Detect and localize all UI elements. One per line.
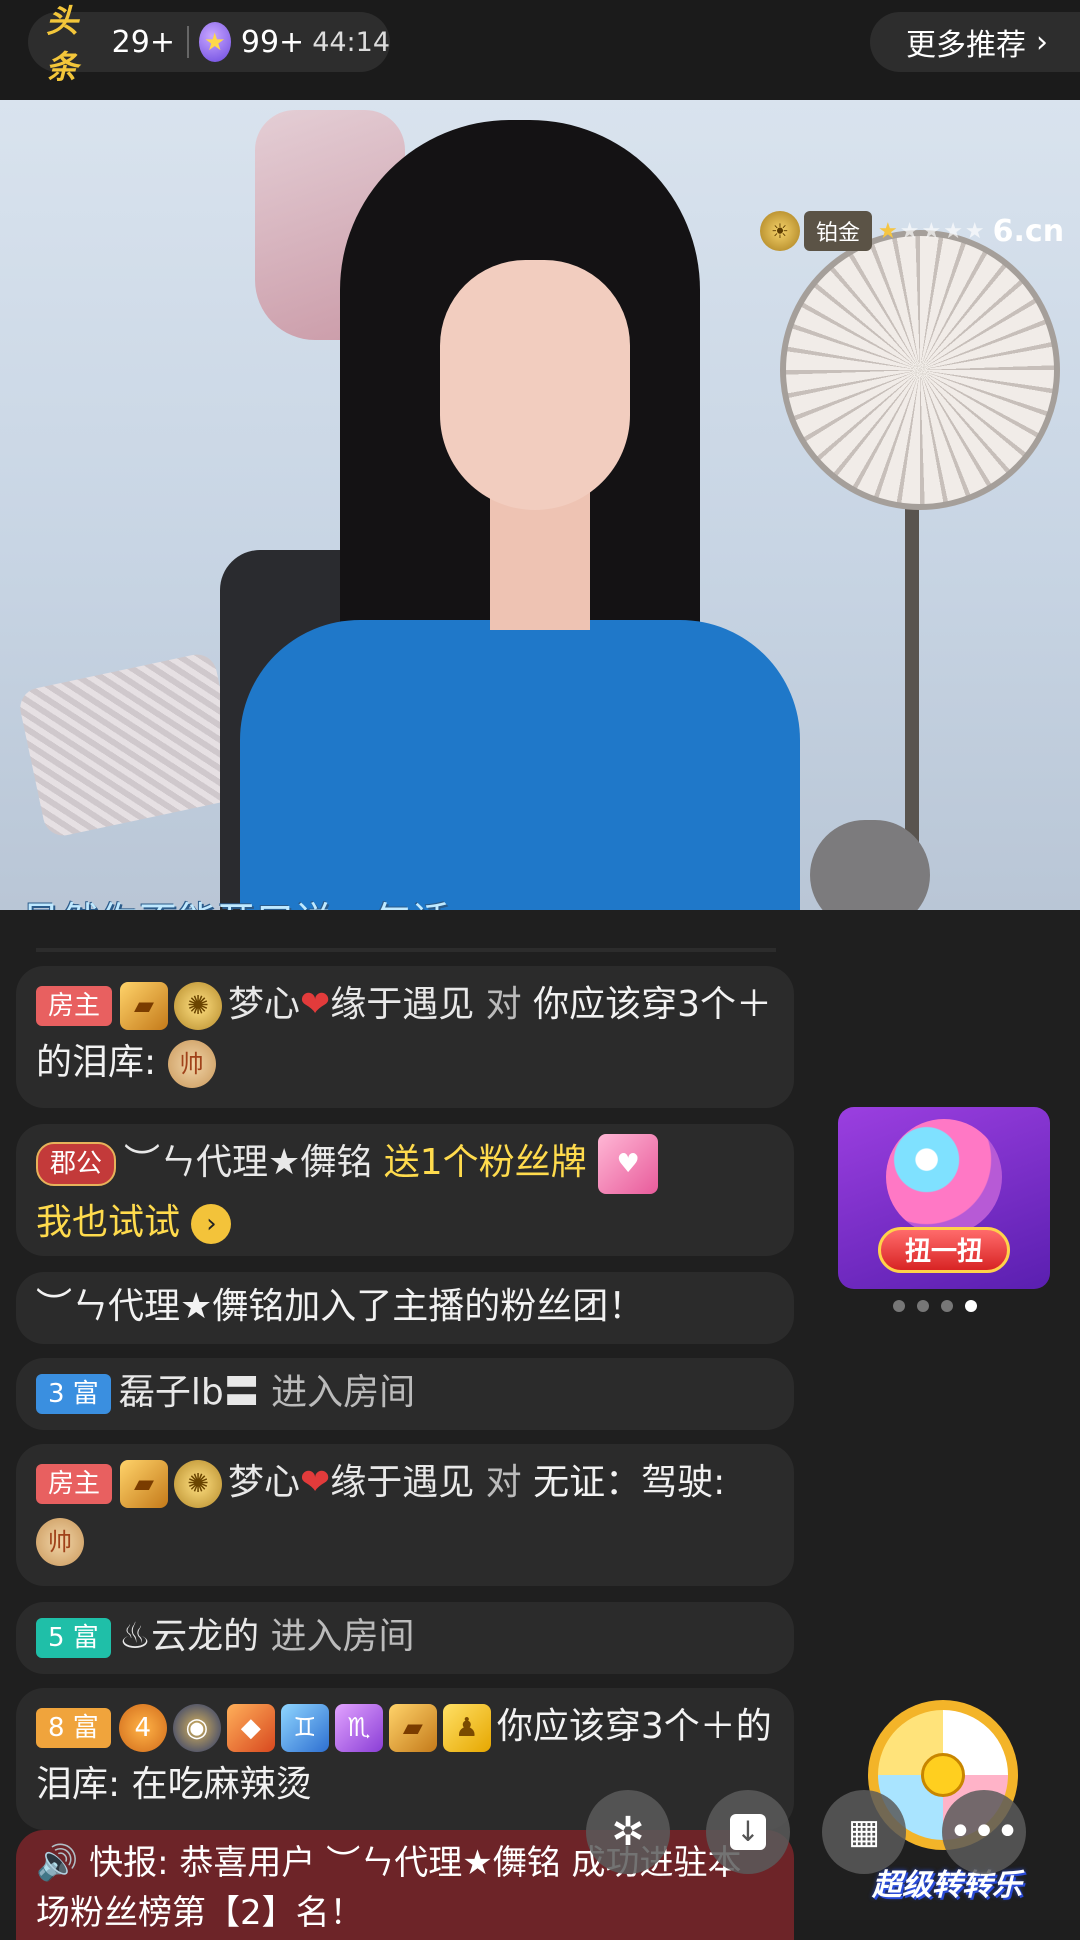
gift-action: 送1个粉丝牌 bbox=[383, 1142, 587, 1183]
arrow-right-icon[interactable]: › bbox=[191, 1204, 232, 1244]
divider bbox=[186, 26, 189, 58]
level-4-icon: 4 bbox=[118, 1704, 167, 1752]
download-button[interactable]: ↓ bbox=[706, 1790, 790, 1874]
sparkle-icon: ✲ bbox=[611, 1809, 645, 1855]
wheel-center bbox=[921, 1753, 965, 1797]
chat-message[interactable]: 3 富磊子lb〓 进入房间 bbox=[16, 1358, 794, 1430]
guard-badge-icon: ◉ bbox=[172, 1704, 221, 1752]
gold-bar-icon: ▰ bbox=[120, 982, 169, 1030]
gacha-promo-card[interactable]: 扭一扭 bbox=[838, 1107, 1050, 1289]
message-text: 无证：驾驶: bbox=[533, 1462, 726, 1503]
badge-label: 铂金 bbox=[804, 211, 873, 251]
carousel-dot[interactable] bbox=[941, 1300, 953, 1312]
medal-icon: ✺ bbox=[174, 1460, 223, 1508]
host-tag: 房主 bbox=[36, 1464, 113, 1504]
connector-text: 对 bbox=[485, 1462, 522, 1503]
wealth-level-tag: 8 富 bbox=[36, 1708, 111, 1748]
more-icon: ••• bbox=[948, 1809, 1020, 1855]
lyrics-subtitle: 虽然你不能开口说一句话 bbox=[22, 890, 451, 910]
try-it-link[interactable]: 我也试试 bbox=[36, 1202, 180, 1243]
chat-message[interactable]: 房主 ▰ ✺ 梦心❤缘于遇见 对 你应该穿3个＋的泪库: 帅 bbox=[16, 966, 794, 1108]
username[interactable]: 磊子lb〓 bbox=[119, 1372, 260, 1413]
username[interactable]: ♨云龙的 bbox=[119, 1616, 259, 1657]
room-stats-pill[interactable]: 头条 29+ ★ 99+ 44:14 bbox=[28, 2, 390, 86]
wealth-level-tag: 5 富 bbox=[36, 1618, 111, 1658]
chat-message[interactable]: ︶ㄣ代理★儛铭加入了主播的粉丝团！ bbox=[16, 1272, 794, 1344]
fan bbox=[780, 230, 1060, 510]
zodiac-badge-icon: ♊ bbox=[280, 1704, 329, 1752]
watermark: 6.cn bbox=[992, 213, 1065, 249]
more-recommendations-label: 更多推荐 bbox=[906, 28, 1026, 63]
download-icon: ↓ bbox=[730, 1814, 766, 1850]
heart-icon: ❤ bbox=[300, 1462, 331, 1503]
gacha-machine-icon bbox=[886, 1119, 1002, 1235]
user-card-icon: ♟ bbox=[442, 1704, 491, 1752]
coin-icon: 帅 bbox=[167, 1040, 216, 1088]
username[interactable]: 梦心 bbox=[228, 984, 300, 1025]
carousel-dot-active[interactable] bbox=[965, 1300, 977, 1312]
star-icon: ★ bbox=[198, 22, 231, 62]
message-text: ︶ㄣ代理★儛铭加入了主播的粉丝团！ bbox=[36, 1286, 645, 1327]
username[interactable]: ︶ㄣ代理★儛铭 bbox=[124, 1142, 372, 1183]
more-options-button[interactable]: ••• bbox=[942, 1790, 1026, 1874]
carousel-dots[interactable] bbox=[893, 1300, 977, 1312]
medal-icon: ✺ bbox=[174, 982, 223, 1030]
rank-tag: 郡公 bbox=[36, 1142, 117, 1186]
wealth-level-tag: 3 富 bbox=[36, 1374, 111, 1414]
grid-icon: ▦ bbox=[847, 1812, 881, 1852]
speaker-icon: 🔊 bbox=[36, 1843, 79, 1883]
zodiac-badge-icon: ♏ bbox=[334, 1704, 383, 1752]
gold-bar-icon: ▰ bbox=[388, 1704, 437, 1752]
gold-bar-icon: ▰ bbox=[120, 1460, 169, 1508]
toutiao-logo: 头条 bbox=[46, 2, 79, 86]
host-tag: 房主 bbox=[36, 986, 113, 1026]
chat-message[interactable]: 房主 ▰ ✺ 梦心❤缘于遇见 对 无证：驾驶: 帅 bbox=[16, 1444, 794, 1586]
streamer-face bbox=[440, 260, 630, 510]
username-suffix: 缘于遇见 bbox=[330, 1462, 475, 1503]
heart-icon: ❤ bbox=[300, 984, 331, 1025]
fan-stand bbox=[905, 500, 919, 860]
pillow bbox=[16, 650, 244, 840]
gift-box-icon: ◆ bbox=[226, 1704, 275, 1752]
username-suffix: 缘于遇见 bbox=[330, 984, 475, 1025]
apps-grid-button[interactable]: ▦ bbox=[822, 1790, 906, 1874]
carousel-dot[interactable] bbox=[893, 1300, 905, 1312]
top-bar: 头条 29+ ★ 99+ 44:14 更多推荐 › bbox=[0, 0, 1080, 100]
chat-message[interactable]: 8 富 4 ◉ ◆ ♊ ♏ ▰ ♟ 你应该穿3个＋的泪库: 在吃麻辣烫 bbox=[16, 1688, 794, 1830]
star-count: 99+ bbox=[240, 24, 305, 60]
message-text: 进入房间 bbox=[271, 1372, 416, 1413]
connector-text: 对 bbox=[485, 984, 522, 1025]
headline-count: 29+ bbox=[111, 24, 175, 60]
chat-message[interactable]: 郡公 ︶ㄣ代理★儛铭 送1个粉丝牌 ♥ 我也试试 › bbox=[16, 1124, 794, 1256]
twist-button[interactable]: 扭一扭 bbox=[878, 1227, 1010, 1273]
username[interactable]: 梦心 bbox=[228, 1462, 300, 1503]
chat-message[interactable]: 5 富 ♨云龙的 进入房间 bbox=[16, 1602, 794, 1674]
microphone bbox=[810, 820, 930, 910]
medal-icon: ☀ bbox=[760, 211, 800, 251]
message-text: 进入房间 bbox=[270, 1616, 415, 1657]
countdown-timer: 44:14 bbox=[312, 26, 390, 58]
rating-stars: ★★★★★ bbox=[878, 218, 987, 244]
fan-badge-heart-icon: ♥ bbox=[598, 1134, 659, 1194]
live-video[interactable]: ☀ 铂金 ★★★★★ 6.cn 虽然你不能开口说一句话 bbox=[0, 100, 1080, 910]
coin-icon: 帅 bbox=[36, 1518, 84, 1566]
carousel-dot[interactable] bbox=[917, 1300, 929, 1312]
more-recommendations-button[interactable]: 更多推荐 › bbox=[870, 12, 1080, 72]
news-flash-banner[interactable]: 🔊 快报: 恭喜用户 ︶ㄣ代理★儛铭 成功进驻本场粉丝榜第【2】名！ bbox=[16, 1830, 794, 1940]
divider bbox=[36, 948, 776, 952]
streamer-shirt bbox=[240, 620, 800, 910]
chevron-right-icon: › bbox=[1036, 24, 1048, 60]
sparkle-share-button[interactable]: ✲ bbox=[586, 1790, 670, 1874]
anchor-level-badge: ☀ 铂金 ★★★★★ 6.cn bbox=[760, 210, 1064, 252]
